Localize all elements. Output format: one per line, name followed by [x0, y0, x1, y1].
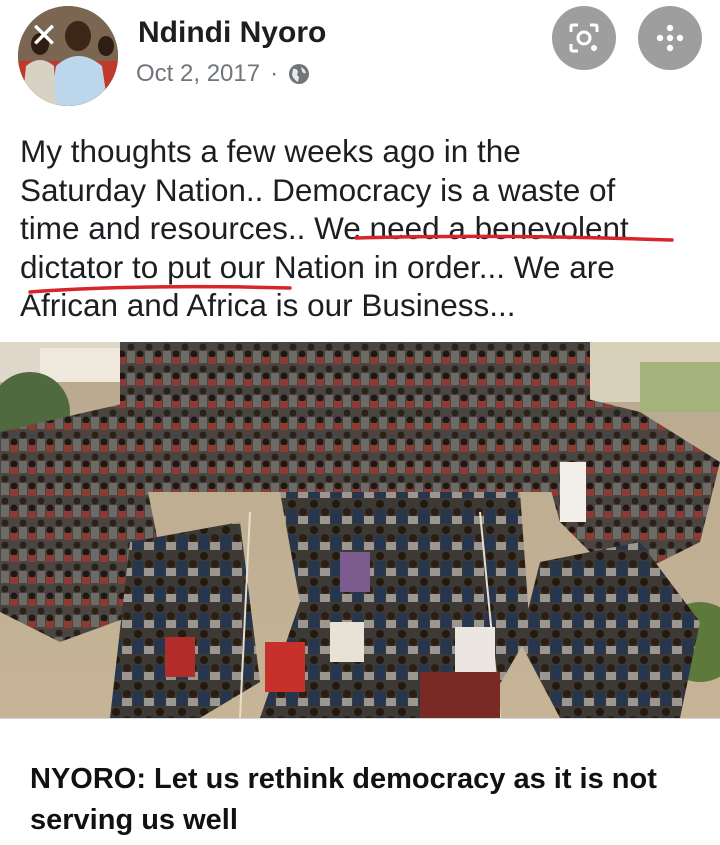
- crowd-image: [0, 342, 720, 718]
- crowd-photo[interactable]: [0, 342, 720, 718]
- post-meta: Oct 2, 2017 ·: [136, 60, 310, 88]
- post-header: ✕ Ndindi Nyoro Oct 2, 2017 ·: [0, 0, 720, 110]
- link-title[interactable]: NYORO: Let us rethink democracy as it is…: [30, 759, 700, 841]
- post-text-line: African and Africa is our Business...: [20, 287, 516, 323]
- meta-separator: ·: [270, 60, 279, 87]
- post-text-line: dictator to put our Nation in order... W…: [20, 248, 615, 285]
- more-button[interactable]: [638, 6, 702, 70]
- post-text-line: My thoughts a few weeks ago in the: [20, 133, 521, 169]
- post-text-line: time and resources.. We need a benevolen…: [20, 210, 629, 246]
- author-name[interactable]: Ndindi Nyoro: [138, 16, 326, 50]
- close-icon[interactable]: ✕: [26, 18, 62, 54]
- globe-icon: [288, 63, 310, 85]
- lens-button[interactable]: [552, 6, 616, 70]
- lens-icon: [569, 23, 599, 53]
- post-body: My thoughts a few weeks ago in the Satur…: [20, 132, 710, 325]
- link-preview-card[interactable]: NYORO: Let us rethink democracy as it is…: [0, 718, 720, 845]
- more-icon: [656, 24, 684, 52]
- post-date[interactable]: Oct 2, 2017: [136, 60, 260, 88]
- post-text-line: Saturday Nation.. Democracy is a waste o…: [20, 171, 616, 208]
